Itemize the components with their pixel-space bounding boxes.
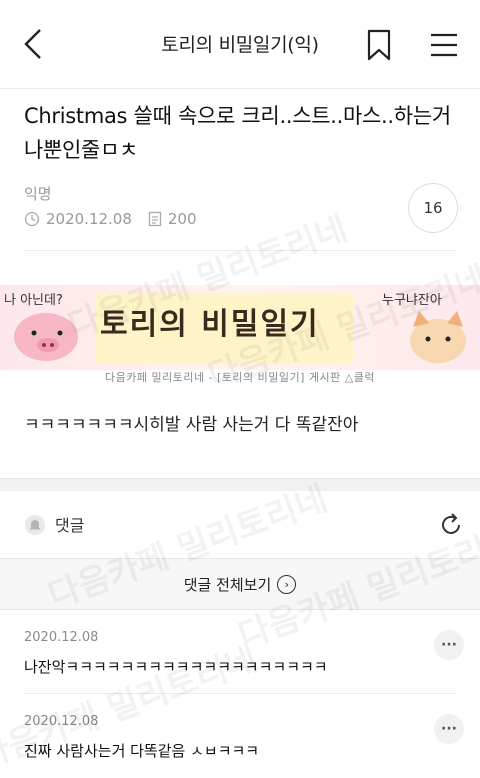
divider <box>24 250 456 251</box>
post-views: 200 <box>167 210 197 228</box>
bell-icon[interactable] <box>24 514 46 536</box>
view-all-comments-button[interactable]: 댓글 전체보기 › <box>0 558 480 610</box>
comment-count-button[interactable]: 16 <box>408 183 458 233</box>
banner-right-text: 누구냐잔아 <box>382 293 442 308</box>
board-banner: 토리의 비밀일기 나 아닌데? 누구냐잔아 <box>0 285 480 370</box>
more-options-icon[interactable]: ··· <box>434 630 464 660</box>
post-author[interactable]: 익명 <box>24 183 52 204</box>
comment-text: 진짜 사람사는거 다똑같음 ㅅㅂㅋㅋㅋ <box>24 742 260 760</box>
banner-caption: 다음카페 밀리토리네 - [토리의 비밀일기] 게시판 △클럭 <box>104 371 375 384</box>
bookmark-icon[interactable] <box>365 28 393 62</box>
post-title: Christmas 쓸때 속으로 크리..스트..마스..하는거 나뿐인줄ㅁㅊ <box>24 104 451 162</box>
post-body: ㅋㅋㅋㅋㅋㅋㅋ시히발 사람 사는거 다 똑같잔아 <box>24 415 359 435</box>
chevron-right-icon: › <box>277 574 297 594</box>
comments-label: 댓글 <box>55 516 85 535</box>
banner-left-text: 나 아닌데? <box>4 293 63 308</box>
views-icon <box>148 211 162 227</box>
view-all-label: 댓글 전체보기 <box>183 575 272 594</box>
cat-illustration-icon <box>410 311 466 363</box>
more-options-icon[interactable]: ··· <box>434 714 464 744</box>
post-date: 2020.12.08 <box>46 210 132 228</box>
clock-icon <box>24 211 40 227</box>
comment-item: 2020.12.08 진짜 사람사는거 다똑같음 ㅅㅂㅋㅋㅋ ··· <box>0 694 480 772</box>
refresh-icon[interactable] <box>438 512 464 538</box>
top-bar: 토리의 비밀일기(익) <box>0 0 480 89</box>
comment-date: 2020.12.08 <box>24 714 99 729</box>
board-title[interactable]: 토리의 비밀일기(익) <box>0 30 480 57</box>
banner-title: 토리의 비밀일기 <box>100 307 320 342</box>
comment-text: 나잔악ㅋㅋㅋㅋㅋㅋㅋㅋㅋㅋㅋㅋㅋㅋㅋㅋㅋㅋㅋ <box>24 658 328 676</box>
post-meta: 2020.12.08 200 <box>24 210 197 228</box>
comment-date: 2020.12.08 <box>24 630 99 645</box>
comments-header: 댓글 <box>0 490 480 558</box>
hamburger-menu-icon[interactable] <box>428 31 460 59</box>
pig-illustration-icon <box>14 313 78 361</box>
comment-item: 2020.12.08 나잔악ㅋㅋㅋㅋㅋㅋㅋㅋㅋㅋㅋㅋㅋㅋㅋㅋㅋㅋㅋ ··· <box>0 608 480 692</box>
